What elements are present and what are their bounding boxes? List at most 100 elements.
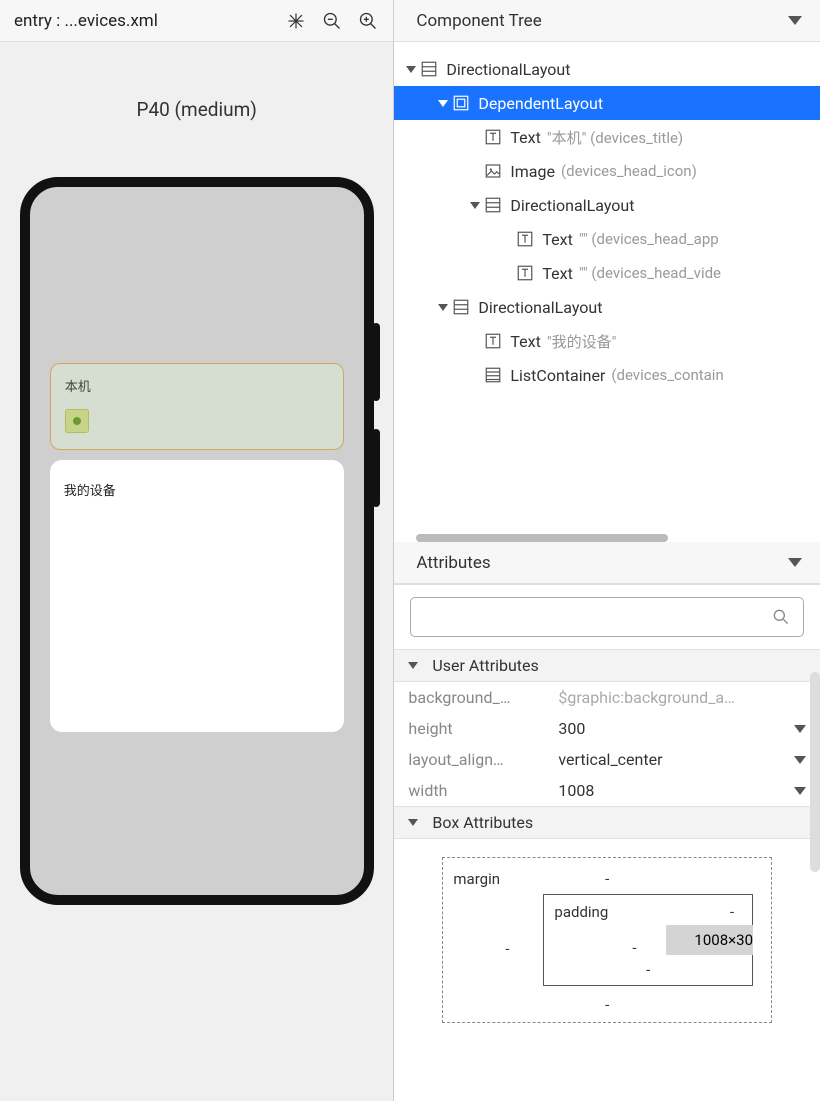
tree-node-image[interactable]: Image (devices_head_icon) [394, 154, 820, 188]
snowflake-icon[interactable] [285, 10, 307, 32]
margin-top-value[interactable]: - [605, 870, 609, 888]
tree-node-text[interactable]: Text "" (devices_head_app [394, 222, 820, 256]
tree-node-name: Text [542, 230, 572, 249]
collapse-icon[interactable] [788, 16, 802, 25]
vertical-scrollbar[interactable] [810, 672, 820, 872]
component-tree: DirectionalLayoutDependentLayoutText"本机"… [394, 42, 820, 542]
content-size[interactable]: 1008×30 [666, 925, 753, 955]
expand-toggle-icon[interactable] [404, 66, 418, 73]
attribute-key: background_… [408, 688, 558, 707]
chevron-down-icon [408, 662, 418, 669]
tree-node-name: Text [542, 264, 572, 283]
tree-node-meta: "" (devices_head_app [579, 230, 719, 248]
card-top-title: 本机 [65, 376, 329, 395]
phone-frame: 本机 我的设备 [20, 177, 374, 905]
zoom-in-icon[interactable] [357, 10, 379, 32]
tree-node-meta: (devices_head_icon) [561, 162, 697, 180]
attributes-header[interactable]: Attributes [394, 542, 820, 584]
attribute-value[interactable]: $graphic:background_a… [558, 688, 806, 707]
file-title: entry : ...evices.xml [14, 11, 285, 31]
preview-area: P40 (medium) 本机 我的设备 [0, 42, 393, 1101]
tree-node-name: Text [510, 332, 540, 351]
component-tree-header[interactable]: Component Tree [394, 0, 820, 42]
tree-node-directionallayout[interactable]: DirectionalLayout [394, 52, 820, 86]
padding-top-value[interactable]: - [730, 903, 734, 921]
attribute-row[interactable]: width1008 [394, 775, 820, 806]
attribute-row[interactable]: background_…$graphic:background_a… [394, 682, 820, 713]
tree-node-text[interactable]: Text"" (devices_head_vide [394, 256, 820, 290]
tree-node-listcontainer[interactable]: ListContainer (devices_contain [394, 358, 820, 392]
search-icon [771, 607, 791, 627]
expand-toggle-icon[interactable] [436, 304, 450, 311]
padding-label: padding [554, 903, 608, 921]
phone-side-button-1 [372, 323, 380, 401]
margin-left-value[interactable]: - [505, 940, 509, 958]
zoom-out-icon[interactable] [321, 10, 343, 32]
text-layout-icon [484, 128, 502, 146]
user-attributes-label: User Attributes [432, 656, 538, 675]
horizontal-scrollbar[interactable] [416, 534, 668, 542]
directional-layout-icon [484, 196, 502, 214]
user-attributes-section-header[interactable]: User Attributes [394, 649, 820, 682]
attribute-value[interactable]: 300 [558, 719, 794, 738]
attributes-title: Attributes [416, 553, 788, 573]
attribute-key: width [408, 781, 558, 800]
margin-bottom-value[interactable]: - [605, 996, 609, 1014]
attribute-key: layout_align… [408, 750, 558, 769]
directional-layout-icon [420, 60, 438, 78]
text-layout-icon [484, 332, 502, 350]
tree-node-directionallayout[interactable]: DirectionalLayout [394, 290, 820, 324]
attribute-row[interactable]: layout_align…vertical_center [394, 744, 820, 775]
chevron-down-icon [408, 819, 418, 826]
dropdown-icon[interactable] [794, 725, 806, 733]
expand-toggle-icon[interactable] [436, 100, 450, 107]
device-label: P40 (medium) [137, 98, 257, 121]
tree-node-meta: "本机" (devices_title) [547, 127, 683, 148]
text-layout-icon [516, 230, 534, 248]
tree-node-name: DirectionalLayout [510, 196, 634, 215]
attribute-value[interactable]: vertical_center [558, 750, 794, 769]
component-tree-title: Component Tree [416, 11, 788, 31]
attribute-key: height [408, 719, 558, 738]
tree-node-name: Image [510, 162, 555, 181]
padding-box[interactable]: padding - - - 1008×30 [543, 894, 753, 986]
attribute-row[interactable]: height300 [394, 713, 820, 744]
tree-node-name: DependentLayout [478, 94, 603, 113]
tree-node-text[interactable]: Text"本机" (devices_title) [394, 120, 820, 154]
expand-toggle-icon[interactable] [468, 202, 482, 209]
preview-card-top[interactable]: 本机 [50, 363, 344, 450]
preview-card-bottom[interactable]: 我的设备 [50, 460, 344, 732]
list-layout-icon [484, 366, 502, 384]
device-head-icon [65, 409, 89, 433]
collapse-icon[interactable] [788, 558, 802, 567]
tree-node-meta: (devices_contain [611, 366, 723, 384]
attribute-value[interactable]: 1008 [558, 781, 794, 800]
margin-label: margin [453, 870, 500, 888]
padding-left-value[interactable]: - [632, 939, 636, 957]
tree-node-name: DirectionalLayout [478, 298, 602, 317]
attribute-search-input[interactable] [423, 609, 771, 626]
box-attributes-section-header[interactable]: Box Attributes [394, 806, 820, 839]
dropdown-icon[interactable] [794, 787, 806, 795]
card-bot-title: 我的设备 [64, 480, 330, 499]
dropdown-icon[interactable] [794, 756, 806, 764]
phone-side-button-2 [372, 429, 380, 507]
directional-layout-icon [452, 298, 470, 316]
preview-header: entry : ...evices.xml [0, 0, 393, 42]
tree-node-name: DirectionalLayout [446, 60, 570, 79]
attribute-search-box[interactable] [410, 597, 804, 637]
tree-node-text[interactable]: Text"我的设备" [394, 324, 820, 358]
image-layout-icon [484, 162, 502, 180]
tree-node-directionallayout[interactable]: DirectionalLayout [394, 188, 820, 222]
box-model-diagram: margin - - - padding - - - 1008×30 [394, 839, 820, 1041]
padding-bottom-value[interactable]: - [646, 961, 650, 979]
text-layout-icon [516, 264, 534, 282]
right-panel: Component Tree DirectionalLayout Dependen… [394, 0, 820, 1101]
tree-node-dependentlayout[interactable]: DependentLayout [394, 86, 820, 120]
dependent-layout-icon [452, 94, 470, 112]
attributes-panel: User Attributes background_…$graphic:bac… [394, 584, 820, 1101]
margin-box[interactable]: margin - - - padding - - - 1008×30 [442, 857, 772, 1023]
preview-panel: entry : ...evices.xml P40 (medium) 本机 [0, 0, 394, 1101]
tree-node-name: ListContainer [510, 366, 605, 385]
box-attributes-label: Box Attributes [432, 813, 533, 832]
